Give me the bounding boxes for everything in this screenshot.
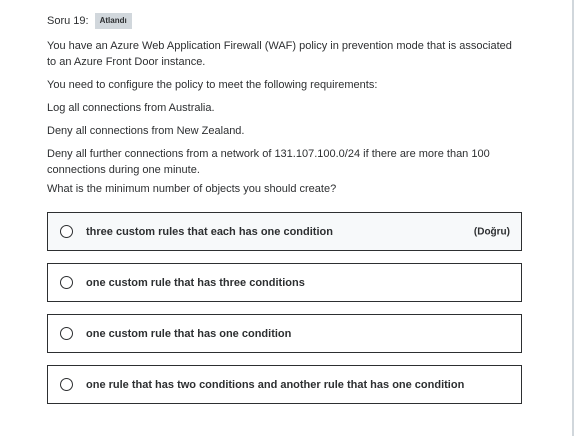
- answer-options: three custom rules that each has one con…: [47, 212, 522, 416]
- stem-paragraph: What is the minimum number of objects yo…: [47, 183, 337, 195]
- answer-option[interactable]: three custom rules that each has one con…: [47, 212, 522, 251]
- question-number: Soru 19:: [47, 15, 89, 27]
- radio-button[interactable]: [60, 378, 73, 391]
- answer-option-label: one custom rule that has one condition: [86, 327, 292, 340]
- answer-option-label: one rule that has two conditions and ano…: [86, 378, 465, 391]
- answer-option-label: one custom rule that has three condition…: [86, 276, 305, 289]
- stem-paragraph: You have an Azure Web Application Firewa…: [47, 40, 512, 68]
- radio-button[interactable]: [60, 225, 73, 238]
- question-stem: You have an Azure Web Application Firewa…: [47, 38, 522, 197]
- question-header: Soru 19: Atlandı: [47, 12, 522, 30]
- stem-paragraph: You need to configure the policy to meet…: [47, 79, 378, 91]
- radio-button[interactable]: [60, 327, 73, 340]
- skipped-badge: Atlandı: [94, 13, 132, 29]
- correct-answer-tag: (Doğru): [473, 226, 510, 237]
- stem-paragraph: Log all connections from Australia.: [47, 102, 215, 114]
- answer-option-label: three custom rules that each has one con…: [86, 225, 333, 238]
- answer-option[interactable]: one rule that has two conditions and ano…: [47, 365, 522, 404]
- radio-button[interactable]: [60, 276, 73, 289]
- answer-option[interactable]: one custom rule that has one condition: [47, 314, 522, 353]
- stem-paragraph: Deny all connections from New Zealand.: [47, 125, 245, 137]
- question-container: Soru 19: Atlandı You have an Azure Web A…: [47, 12, 522, 204]
- answer-option[interactable]: one custom rule that has three condition…: [47, 263, 522, 302]
- stem-paragraph: Deny all further connections from a netw…: [47, 148, 490, 176]
